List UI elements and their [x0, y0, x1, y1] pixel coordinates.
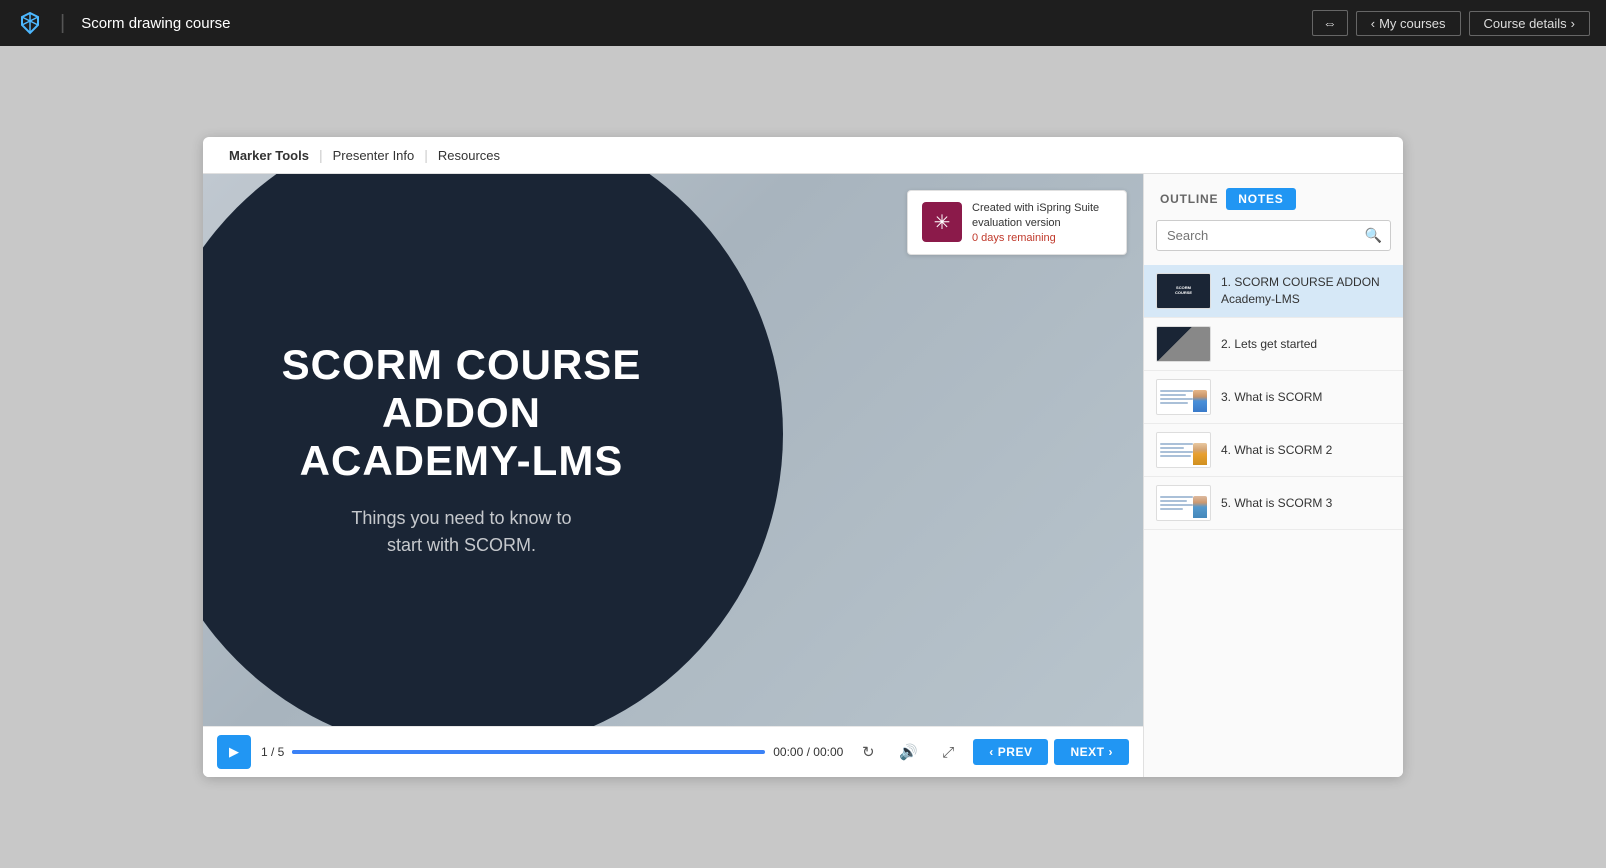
- play-button[interactable]: ▶: [217, 735, 251, 769]
- slide-title: SCORM COURSEADDONAcademy-LMS: [282, 341, 642, 486]
- prev-chevron-icon: ‹: [989, 745, 994, 759]
- search-box: 🔍: [1156, 220, 1391, 251]
- chevron-left-icon: ‹: [1371, 16, 1375, 31]
- outline-label-4: 4. What is SCORM 2: [1221, 442, 1391, 459]
- slide: SCORM COURSEADDONAcademy-LMS Things you …: [203, 174, 1143, 726]
- outline-list: SCORMCOURSE 1. SCORM COURSE ADDON Academ…: [1144, 261, 1403, 777]
- list-item[interactable]: 3. What is SCORM: [1144, 371, 1403, 424]
- nav-buttons: ‹ PREV NEXT ›: [973, 739, 1129, 765]
- thumb-3: [1156, 379, 1211, 415]
- refresh-button[interactable]: ↻: [853, 737, 883, 767]
- sidebar: OUTLINE NOTES 🔍 SCORMCOURSE: [1143, 174, 1403, 777]
- search-icon-button[interactable]: 🔍: [1357, 221, 1390, 250]
- watermark-icon: ✳: [922, 202, 962, 242]
- watermark-remaining: 0 days remaining: [972, 232, 1112, 244]
- nav-right-buttons: ⇔ ‹ My courses Course details ›: [1312, 10, 1590, 36]
- swap-icon-button[interactable]: ⇔: [1312, 10, 1348, 36]
- list-item[interactable]: SCORMCOURSE 1. SCORM COURSE ADDON Academ…: [1144, 265, 1403, 318]
- watermark-title: Created with iSpring Suite evaluation ve…: [972, 201, 1112, 232]
- progress-area: 1 / 5 00:00 / 00:00: [261, 745, 843, 759]
- outline-label-1: 1. SCORM COURSE ADDON Academy-LMS: [1221, 274, 1391, 308]
- search-input[interactable]: [1157, 222, 1357, 249]
- watermark-badge: ✳ Created with iSpring Suite evaluation …: [907, 190, 1127, 255]
- watermark-info: Created with iSpring Suite evaluation ve…: [972, 201, 1112, 244]
- fullscreen-button[interactable]: ⤢: [933, 737, 963, 767]
- outline-label-2: 2. Lets get started: [1221, 336, 1391, 353]
- slide-counter: 1 / 5: [261, 745, 284, 759]
- toolbar-presenter-info[interactable]: Presenter Info: [323, 148, 425, 163]
- app-logo: [16, 9, 44, 37]
- slide-wrapper: SCORM COURSEADDONAcademy-LMS Things you …: [203, 174, 1143, 726]
- toolbar-marker-tools[interactable]: Marker Tools: [219, 148, 319, 163]
- time-display: 00:00 / 00:00: [773, 745, 843, 759]
- my-courses-button[interactable]: ‹ My courses: [1356, 11, 1461, 36]
- thumb-4: [1156, 432, 1211, 468]
- list-item[interactable]: 2. Lets get started: [1144, 318, 1403, 371]
- playback-controls: ▶ 1 / 5 00:00 / 00:00 ↻ 🔊 ⤢ ‹: [203, 726, 1143, 777]
- sidebar-tabs: OUTLINE NOTES: [1144, 174, 1403, 220]
- next-chevron-icon: ›: [1109, 745, 1114, 759]
- content-area: SCORM COURSEADDONAcademy-LMS Things you …: [203, 174, 1403, 777]
- slide-content: SCORM COURSEADDONAcademy-LMS Things you …: [203, 174, 720, 726]
- progress-bar-fill: [292, 750, 316, 754]
- list-item[interactable]: 5. What is SCORM 3: [1144, 477, 1403, 530]
- progress-bar-track[interactable]: [292, 750, 765, 754]
- thumb-1: SCORMCOURSE: [1156, 273, 1211, 309]
- nav-divider: |: [60, 12, 65, 35]
- volume-button[interactable]: 🔊: [893, 737, 923, 767]
- outline-label-3: 3. What is SCORM: [1221, 389, 1391, 406]
- slide-subtitle: Things you need to know tostart with SCO…: [351, 505, 571, 559]
- main-card: Marker Tools | Presenter Info | Resource…: [203, 137, 1403, 777]
- page-body: Marker Tools | Presenter Info | Resource…: [0, 46, 1606, 868]
- list-item[interactable]: 4. What is SCORM 2: [1144, 424, 1403, 477]
- course-details-button[interactable]: Course details ›: [1469, 11, 1590, 36]
- nav-title: Scorm drawing course: [81, 15, 230, 32]
- outline-label-5: 5. What is SCORM 3: [1221, 495, 1391, 512]
- thumb-5: [1156, 485, 1211, 521]
- tab-notes[interactable]: NOTES: [1226, 188, 1295, 210]
- prev-button[interactable]: ‹ PREV: [973, 739, 1048, 765]
- slide-area: SCORM COURSEADDONAcademy-LMS Things you …: [203, 174, 1143, 777]
- next-button[interactable]: NEXT ›: [1054, 739, 1129, 765]
- chevron-right-icon: ›: [1571, 16, 1575, 31]
- toolbar: Marker Tools | Presenter Info | Resource…: [203, 137, 1403, 174]
- thumb-2: [1156, 326, 1211, 362]
- tab-outline[interactable]: OUTLINE: [1160, 188, 1218, 210]
- top-navigation: | Scorm drawing course ⇔ ‹ My courses Co…: [0, 0, 1606, 46]
- toolbar-resources[interactable]: Resources: [428, 148, 510, 163]
- search-area: 🔍: [1144, 220, 1403, 261]
